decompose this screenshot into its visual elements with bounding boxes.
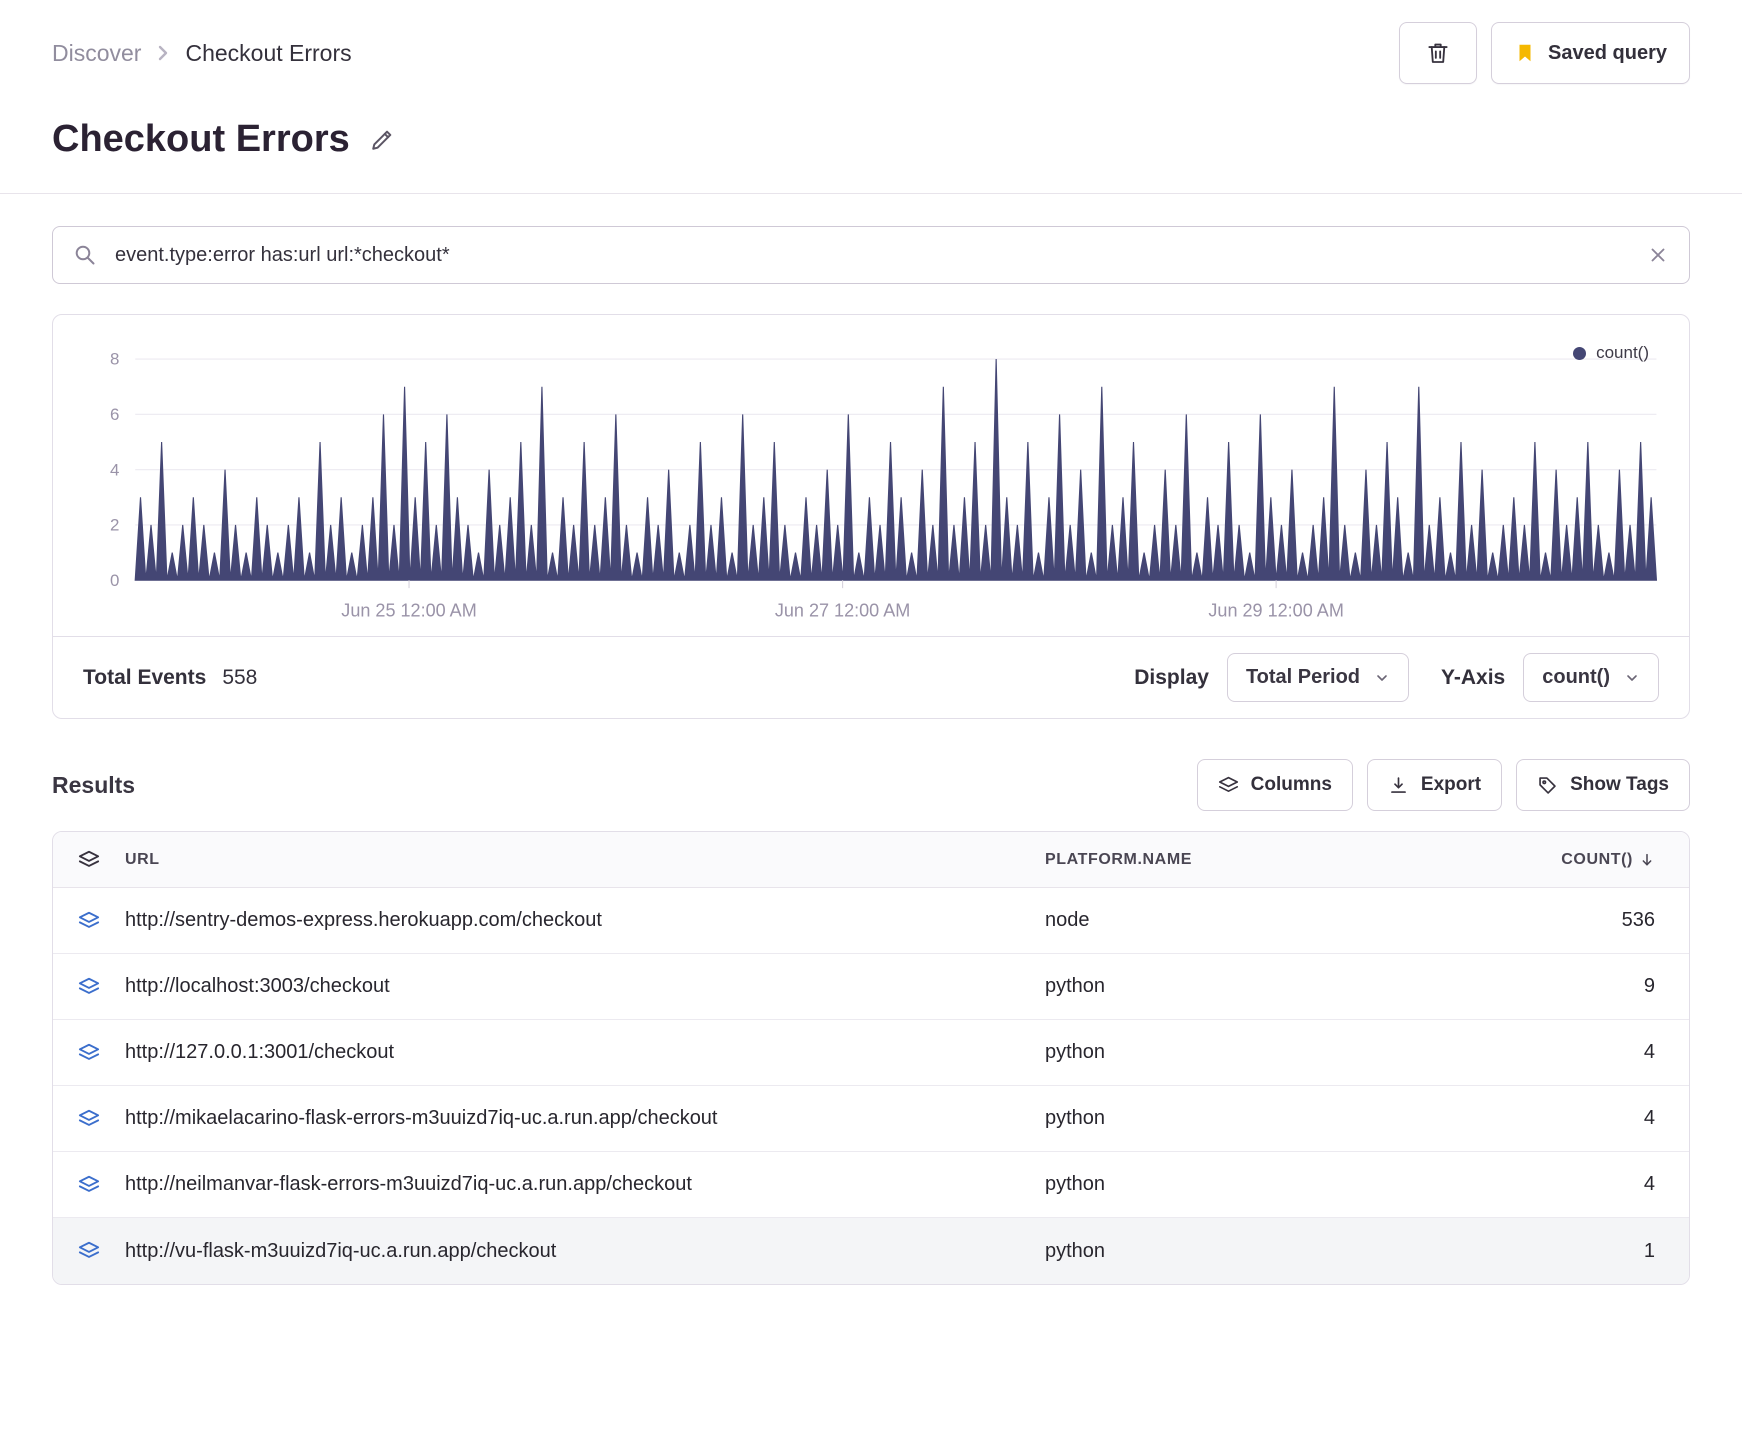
table-row: http://neilmanvar-flask-errors-m3uuizd7i… <box>53 1152 1689 1219</box>
search-input[interactable] <box>113 242 1631 268</box>
results-table: URL PLATFORM.NAME COUNT() http://sentry-… <box>52 831 1690 1286</box>
x-tick-label: Jun 29 12:00 AM <box>1208 600 1343 620</box>
row-platform[interactable]: python <box>1045 1107 1505 1130</box>
legend-dot-icon <box>1573 346 1587 360</box>
events-chart-panel: count() 0 2 4 6 8 Jun 25 12:00 AM Jun 27 12:00… <box>52 314 1690 720</box>
y-tick-label: 2 <box>110 516 119 535</box>
layers-icon <box>53 1108 125 1130</box>
row-url[interactable]: http://neilmanvar-flask-errors-m3uuizd7i… <box>125 1173 1045 1196</box>
saved-query-label: Saved query <box>1548 41 1667 64</box>
trash-icon <box>1425 40 1451 66</box>
legend-label: count() <box>1596 343 1649 362</box>
y-axis-label: Y-Axis <box>1441 665 1506 689</box>
y-tick-label: 6 <box>110 405 119 424</box>
export-button[interactable]: Export <box>1366 759 1503 812</box>
total-events: Total Events 558 <box>83 666 257 690</box>
chevron-down-icon <box>1374 670 1390 686</box>
table-header-row: URL PLATFORM.NAME COUNT() <box>53 832 1689 889</box>
row-count[interactable]: 4 <box>1505 1041 1655 1064</box>
column-header-platform[interactable]: PLATFORM.NAME <box>1045 851 1505 869</box>
row-url[interactable]: http://mikaelacarino-flask-errors-m3uuiz… <box>125 1107 1045 1130</box>
row-count[interactable]: 1 <box>1505 1240 1655 1263</box>
chevron-down-icon <box>1624 670 1640 686</box>
total-events-label: Total Events <box>83 665 207 689</box>
top-actions: Saved query <box>1399 22 1690 84</box>
show-tags-label: Show Tags <box>1570 774 1669 796</box>
row-platform[interactable]: python <box>1045 975 1505 998</box>
columns-button[interactable]: Columns <box>1196 759 1353 812</box>
row-count[interactable]: 536 <box>1505 909 1655 932</box>
breadcrumb-current: Checkout Errors <box>185 39 352 66</box>
search-bar <box>52 226 1690 284</box>
y-tick-label: 0 <box>110 571 119 590</box>
chart-legend: count() <box>1573 343 1649 363</box>
y-axis-select[interactable]: count() <box>1523 653 1659 703</box>
layers-icon <box>53 1042 125 1064</box>
clear-search-icon[interactable] <box>1647 244 1669 266</box>
tag-icon <box>1537 775 1558 796</box>
breadcrumb: Discover Checkout Errors <box>52 40 352 67</box>
y-axis-value: count() <box>1542 666 1610 689</box>
chart-footer: Total Events 558 Display Total Period Y-… <box>53 636 1689 718</box>
header-divider <box>0 193 1742 194</box>
x-tick-label: Jun 27 12:00 AM <box>775 600 910 620</box>
chevron-right-icon <box>155 40 171 66</box>
table-body: http://sentry-demos-express.herokuapp.co… <box>53 888 1689 1285</box>
chart-controls: Display Total Period Y-Axis count() <box>1134 653 1659 703</box>
row-platform[interactable]: python <box>1045 1240 1505 1263</box>
layers-icon <box>1218 775 1239 796</box>
table-row: http://vu-flask-m3uuizd7iq-uc.a.run.app/… <box>53 1218 1689 1285</box>
y-tick-label: 4 <box>110 460 119 479</box>
page-title: Checkout Errors <box>52 118 350 160</box>
show-tags-button[interactable]: Show Tags <box>1516 759 1690 812</box>
x-tick-label: Jun 25 12:00 AM <box>341 600 476 620</box>
row-platform[interactable]: node <box>1045 909 1505 932</box>
y-tick-label: 8 <box>110 350 119 369</box>
column-header-url[interactable]: URL <box>125 851 1045 869</box>
display-value: Total Period <box>1245 666 1361 689</box>
edit-title-pencil-icon[interactable] <box>368 126 396 154</box>
export-label: Export <box>1420 774 1482 796</box>
display-label: Display <box>1134 665 1209 689</box>
layers-icon <box>53 1240 125 1262</box>
layers-icon <box>53 976 125 998</box>
table-row: http://127.0.0.1:3001/checkout python 4 <box>53 1020 1689 1087</box>
row-platform[interactable]: python <box>1045 1041 1505 1064</box>
bookmark-icon <box>1514 41 1536 65</box>
row-url[interactable]: http://sentry-demos-express.herokuapp.co… <box>125 909 1045 932</box>
table-row: http://mikaelacarino-flask-errors-m3uuiz… <box>53 1086 1689 1153</box>
row-url[interactable]: http://127.0.0.1:3001/checkout <box>125 1041 1045 1064</box>
discover-page: Discover Checkout Errors Saved query Che… <box>0 0 1742 161</box>
stack-column-icon <box>53 849 125 871</box>
layers-icon <box>53 910 125 932</box>
row-platform[interactable]: python <box>1045 1173 1505 1196</box>
breadcrumb-discover[interactable]: Discover <box>52 40 141 67</box>
results-header: Results Columns Export Show Tags <box>52 759 1690 812</box>
total-events-value: 558 <box>222 665 258 689</box>
top-bar: Discover Checkout Errors Saved query <box>52 0 1690 84</box>
layers-icon <box>53 1174 125 1196</box>
title-row: Checkout Errors <box>52 118 1690 161</box>
delete-query-button[interactable] <box>1399 22 1478 84</box>
download-icon <box>1388 775 1409 796</box>
row-count[interactable]: 4 <box>1505 1107 1655 1130</box>
column-header-count[interactable]: COUNT() <box>1505 851 1655 869</box>
search-icon <box>73 243 97 267</box>
table-row: http://localhost:3003/checkout python 9 <box>53 954 1689 1021</box>
results-title: Results <box>52 771 136 798</box>
events-chart: 0 2 4 6 8 Jun 25 12:00 AM Jun 27 12:00 AM Jun 2… <box>110 350 1658 620</box>
row-url[interactable]: http://vu-flask-m3uuizd7iq-uc.a.run.app/… <box>125 1240 1045 1263</box>
saved-query-button[interactable]: Saved query <box>1491 22 1690 84</box>
row-url[interactable]: http://localhost:3003/checkout <box>125 975 1045 998</box>
row-count[interactable]: 9 <box>1505 975 1655 998</box>
display-select[interactable]: Total Period <box>1226 653 1410 703</box>
sort-arrow-down-icon <box>1639 852 1655 868</box>
columns-label: Columns <box>1250 774 1332 796</box>
row-count[interactable]: 4 <box>1505 1173 1655 1196</box>
chart-area: count() 0 2 4 6 8 Jun 25 12:00 AM Jun 27 12:00… <box>53 315 1689 636</box>
results-actions: Columns Export Show Tags <box>1196 759 1690 812</box>
table-row: http://sentry-demos-express.herokuapp.co… <box>53 888 1689 955</box>
